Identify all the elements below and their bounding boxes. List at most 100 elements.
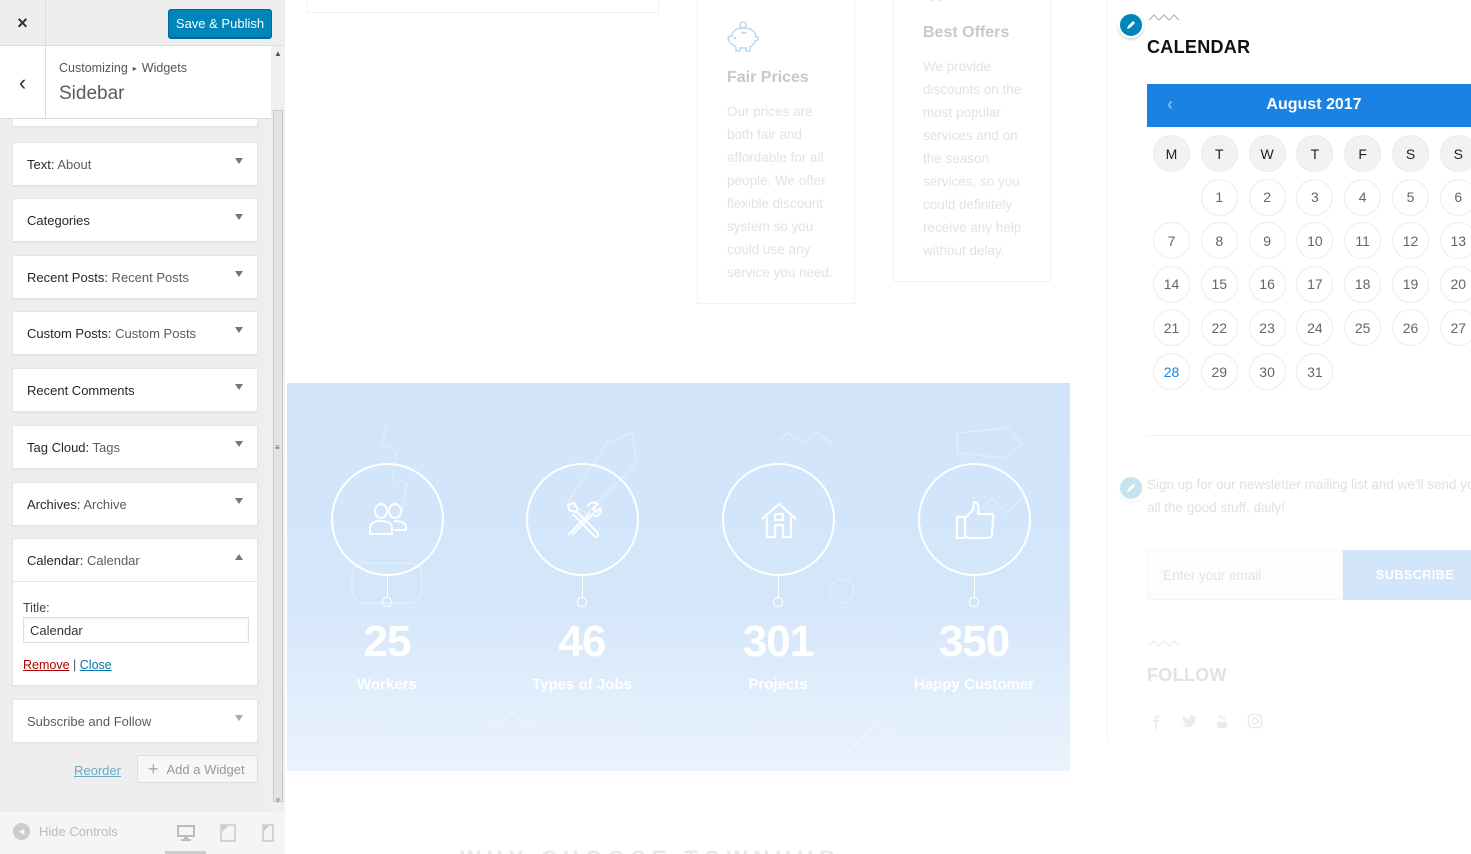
calendar-day[interactable]: 16 (1248, 265, 1286, 303)
remove-widget-link[interactable]: Remove (23, 658, 70, 672)
thumbs-up-icon (955, 500, 994, 539)
site-preview: Fair Prices Our prices are both fair and a… (285, 0, 1471, 854)
save-publish-button[interactable]: Save & Publish (168, 9, 272, 38)
preview-desktop-button[interactable] (176, 823, 196, 843)
connector-line (581, 576, 583, 598)
calendar-day[interactable]: 17 (1296, 265, 1334, 303)
close-widget-link[interactable]: Close (80, 658, 112, 672)
connector-dot (773, 597, 783, 607)
reorder-link[interactable]: Reorder (74, 763, 121, 778)
scroll-up-arrow-icon[interactable]: ▲ (274, 49, 282, 58)
widget-archives[interactable]: Archives: Archive (12, 482, 258, 526)
star-icon (929, 0, 943, 2)
widget-calendar-form: Title: Remove | Close (13, 581, 257, 685)
title-field[interactable] (23, 617, 249, 643)
calendar-day[interactable]: 24 (1296, 309, 1334, 347)
stat-circle (918, 463, 1031, 576)
stat-label: Workers (357, 676, 417, 693)
chevron-down-icon[interactable] (235, 441, 243, 447)
calendar-weekday: T (1296, 135, 1334, 172)
instagram-icon[interactable] (1247, 713, 1263, 729)
calendar-day[interactable]: 6 (1439, 178, 1471, 216)
calendar-day[interactable]: 27 (1439, 309, 1471, 347)
chevron-down-icon[interactable] (235, 271, 243, 277)
calendar-header: ‹ August 2017 (1147, 84, 1471, 127)
calendar-day[interactable]: 20 (1439, 265, 1471, 303)
calendar-day[interactable]: 11 (1344, 222, 1382, 260)
widget-recent-posts[interactable]: Recent Posts: Recent Posts (12, 255, 258, 299)
preview-mobile-button[interactable] (258, 823, 278, 843)
widget-categories[interactable]: Categories (12, 198, 258, 242)
chevron-down-icon[interactable] (235, 715, 243, 721)
stat-number: 25 (363, 617, 412, 666)
calendar-day[interactable]: 7 (1153, 222, 1190, 260)
calendar-day[interactable]: 30 (1248, 353, 1286, 390)
calendar-day[interactable]: 31 (1296, 353, 1334, 390)
scroll-down-arrow-icon[interactable]: ▼ (274, 796, 282, 805)
stat-number: 301 (742, 617, 814, 666)
feature-card-partial (307, 0, 659, 13)
calendar-day[interactable]: 18 (1344, 265, 1382, 303)
connector-dot (577, 597, 587, 607)
widget-text-about[interactable]: Text: About (12, 142, 258, 186)
add-widget-button[interactable]: + Add a Widget (137, 755, 258, 783)
calendar-day[interactable]: 4 (1344, 178, 1382, 216)
calendar-day[interactable]: 1 (1200, 178, 1238, 216)
chevron-up-icon[interactable] (235, 554, 243, 560)
section-heading-partial: WHY CHOOSE TOWNHUB (460, 846, 841, 854)
scrollbar-thumb[interactable]: ≡ (273, 110, 283, 802)
chevron-down-icon[interactable] (235, 327, 243, 333)
widget-title: Categories (27, 213, 90, 228)
calendar-day[interactable]: 14 (1153, 265, 1190, 303)
panel-scrollbar[interactable]: ▲ ≡ ▼ (271, 46, 285, 811)
email-input[interactable] (1147, 550, 1343, 600)
edit-subscribe-shortcut[interactable] (1118, 475, 1144, 501)
chevron-down-icon[interactable] (235, 498, 243, 504)
widget-subscribe-follow[interactable]: Subscribe and Follow (12, 699, 258, 743)
facebook-icon[interactable] (1148, 713, 1164, 729)
calendar-day[interactable]: 5 (1392, 178, 1429, 216)
plus-icon: + (148, 759, 159, 779)
calendar-day[interactable]: 2 (1248, 178, 1286, 216)
back-button[interactable]: ‹ (0, 46, 46, 119)
calendar-day[interactable]: 13 (1439, 222, 1471, 260)
preview-tablet-button[interactable] (218, 823, 238, 843)
chevron-down-icon[interactable] (235, 384, 243, 390)
widget-title: Archives: Archive (27, 497, 127, 512)
widget-calendar-header[interactable]: Calendar: Calendar (13, 539, 257, 581)
calendar-day[interactable]: 29 (1200, 353, 1238, 390)
calendar-day[interactable]: 15 (1200, 265, 1238, 303)
widget-title: Recent Posts: Recent Posts (27, 270, 189, 285)
chevron-down-icon[interactable] (235, 158, 243, 164)
calendar-day[interactable]: 21 (1153, 309, 1190, 347)
chevron-down-icon[interactable] (235, 214, 243, 220)
calendar-day[interactable]: 12 (1392, 222, 1429, 260)
calendar-day[interactable]: 3 (1296, 178, 1334, 216)
calendar-day[interactable]: 25 (1344, 309, 1382, 347)
widget-recent-comments[interactable]: Recent Comments (12, 368, 258, 412)
hide-controls-button[interactable]: ◀ Hide Controls (13, 823, 118, 840)
calendar-day[interactable]: 19 (1392, 265, 1429, 303)
feature-title: Best Offers (923, 24, 1010, 41)
feature-text: We provide discounts on the most popular se… (923, 59, 1022, 258)
subscribe-button[interactable]: SUBSCRIBE (1343, 550, 1471, 600)
widget-tag-cloud[interactable]: Tag Cloud: Tags (12, 425, 258, 469)
edit-calendar-shortcut[interactable] (1118, 12, 1144, 38)
twitter-icon[interactable] (1181, 713, 1197, 729)
calendar-day[interactable]: 8 (1200, 222, 1238, 260)
stat-label: Projects (748, 676, 808, 693)
calendar-day[interactable]: 26 (1392, 309, 1429, 347)
calendar-day-today[interactable]: 28 (1153, 353, 1190, 390)
youtube-icon[interactable] (1214, 713, 1230, 729)
close-customizer-button[interactable]: × (0, 0, 46, 46)
hide-controls-label: Hide Controls (39, 824, 118, 839)
widget-custom-posts[interactable]: Custom Posts: Custom Posts (12, 311, 258, 355)
calendar-day[interactable]: 23 (1248, 309, 1286, 347)
calendar-day[interactable]: 22 (1200, 309, 1238, 347)
calendar-day[interactable]: 9 (1248, 222, 1286, 260)
pencil-icon (1127, 484, 1135, 492)
feature-title: Fair Prices (727, 69, 809, 86)
breadcrumb-separator-icon: ▸ (132, 64, 137, 73)
calendar-day[interactable]: 10 (1296, 222, 1334, 260)
widget-calendar: Calendar: Calendar Title: Remove | Close (12, 538, 258, 686)
